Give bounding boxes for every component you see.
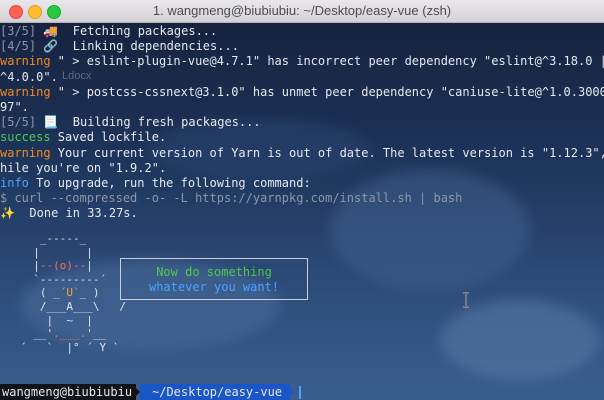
terminal-window: 1. wangmeng@biubiubiu: ~/Desktop/easy-vu… [0, 0, 604, 400]
title-bar[interactable]: 1. wangmeng@biubiubiu: ~/Desktop/easy-vu… [0, 0, 604, 23]
terminal-text: [5/5] [0, 115, 44, 130]
terminal-text: [4/5] [0, 39, 44, 54]
terminal-output[interactable]: [3/5] 🚚 Fetching packages... [4/5] 🔗 Link… [0, 24, 604, 221]
terminal-line: 97". [0, 100, 604, 115]
ascii-art-row: |--(o)--| [20, 259, 93, 273]
message-line-1: Now do something [156, 265, 272, 279]
message-line-2: whatever you want! [148, 280, 280, 294]
ascii-art-row: __'.___.'__ [20, 327, 107, 341]
terminal-line: ✨ Done in 33.27s. [0, 206, 604, 221]
terminal-line: ^4.0.0". [0, 70, 604, 85]
ascii-art-row: | | [20, 245, 93, 259]
terminal-line: [5/5] 📃 Building fresh packages... [0, 115, 604, 130]
terminal-text: warning [0, 84, 51, 99]
ascii-art-row: | ~ | [20, 313, 93, 327]
terminal-text: ✨ Done in 33.27s. [0, 206, 138, 221]
shell-prompt[interactable]: wangmeng@biubiubiu ~/Desktop/easy-vue [0, 384, 604, 400]
input-caret[interactable] [299, 386, 301, 399]
terminal-text: 🚚 Fetching packages... [43, 24, 218, 38]
terminal-text: 📃 Building fresh packages... [43, 115, 261, 130]
terminal-line: warning " > postcss-cssnext@3.1.0" has u… [0, 85, 604, 100]
terminal-text: $ curl --compressed -o- -L https://yarnp… [0, 191, 463, 206]
terminal-text: To upgrade, run the following command: [28, 175, 311, 190]
ascii-art-row: /___A___\ / [20, 299, 126, 313]
terminal-line: warning Your current version of Yarn is … [0, 146, 604, 161]
terminal-text: " > eslint-plugin-vue@4.7.1" has incorre… [50, 54, 604, 69]
terminal-text: warning [0, 54, 51, 69]
yeoman-ascii-art: _-----_ | | |--(o)--| `---------´ ( _´U`… [20, 232, 126, 354]
terminal-text: " > postcss-cssnext@3.1.0" has unmet pee… [50, 84, 604, 99]
terminal-text: Saved lockfile. [50, 130, 167, 145]
terminal-text: hile you're on "1.9.2". [0, 160, 167, 175]
terminal-line: [4/5] 🔗 Linking dependencies... [0, 39, 604, 54]
powerline-arrow-icon [132, 384, 140, 400]
terminal-text: [3/5] [0, 24, 44, 38]
terminal-line: $ curl --compressed -o- -L https://yarnp… [0, 191, 604, 206]
terminal-line: info To upgrade, run the following comma… [0, 176, 604, 191]
terminal-text: ^4.0.0". [0, 69, 58, 84]
ascii-art-row: `---------´ [20, 272, 107, 286]
powerline-arrow-icon [286, 384, 294, 400]
ascii-art-row: ´ ` |° ´ Y ` [20, 340, 120, 354]
text-cursor-icon [463, 292, 469, 308]
terminal-text: 97". [0, 99, 29, 114]
prompt-path-segment: ~/Desktop/easy-vue [140, 384, 291, 400]
ascii-art-row: ( _´U`_ ) [20, 286, 100, 300]
terminal-text: success [0, 130, 51, 145]
terminal-line: hile you're on "1.9.2". [0, 161, 604, 176]
background-cloud [440, 300, 600, 380]
terminal-line: [3/5] 🚚 Fetching packages... [0, 24, 604, 39]
ascii-art-row: _-----_ [20, 232, 87, 245]
window-title: 1. wangmeng@biubiubiu: ~/Desktop/easy-vu… [152, 3, 452, 18]
terminal-text: 🔗 Linking dependencies... [43, 39, 239, 54]
terminal-text: Your current version of Yarn is out of d… [50, 145, 604, 160]
terminal-text: info [0, 175, 29, 190]
message-box: Now do something whatever you want! [120, 258, 308, 300]
terminal-line: warning " > eslint-plugin-vue@4.7.1" has… [0, 54, 604, 69]
terminal-line: success Saved lockfile. [0, 130, 604, 145]
terminal-text: warning [0, 145, 51, 160]
prompt-user-segment: wangmeng@biubiubiu [0, 384, 137, 400]
